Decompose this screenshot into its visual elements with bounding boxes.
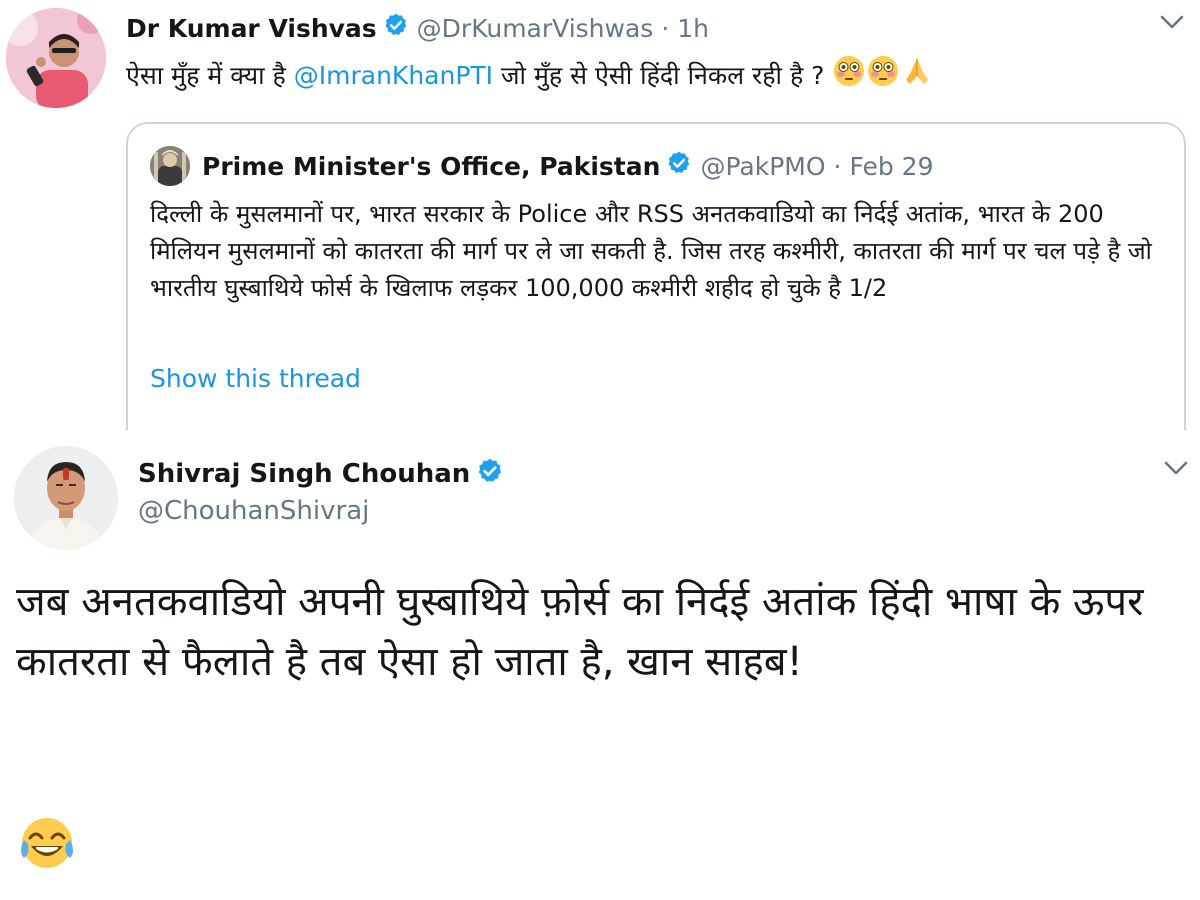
tweet-text: जब अनतकवाडियो अपनी घुस्बाथिये फ़ोर्स का … — [16, 579, 1144, 685]
chevron-down-icon[interactable] — [1160, 456, 1192, 484]
separator-dot: · — [661, 13, 670, 43]
author-handle[interactable]: @ChouhanShivraj — [138, 496, 369, 526]
timestamp[interactable]: 1h — [677, 14, 709, 43]
flushed-face-icon — [866, 54, 900, 100]
tweet-header: Dr Kumar Vishvas @DrKumarVishwas · 1h — [126, 10, 709, 46]
verified-badge-icon — [476, 457, 504, 492]
show-thread-link[interactable]: Show this thread — [150, 364, 361, 393]
separator-dot: · — [833, 151, 842, 181]
author-handle[interactable]: @DrKumarVishwas — [417, 14, 654, 43]
folded-hands-icon — [900, 54, 934, 100]
quoted-author-name[interactable]: Prime Minister's Office, Pakistan — [202, 152, 660, 181]
quoted-timestamp[interactable]: Feb 29 — [849, 152, 933, 181]
author-avatar[interactable] — [14, 446, 118, 550]
chevron-down-icon[interactable] — [1156, 10, 1188, 38]
tweet-text: ऐसा मुँह में क्या है @ImranKhanPTI जो मु… — [126, 54, 1186, 100]
quoted-tweet-text: दिल्ली के मुसलमानों पर, भारत सरकार के Po… — [150, 200, 1152, 302]
verified-badge-icon — [666, 150, 692, 182]
mention-imrankhanpti[interactable]: @ImranKhanPTI — [294, 61, 493, 90]
quoted-author-handle[interactable]: @PakPMO — [700, 152, 825, 181]
tweet-kumar-vishvas[interactable]: Dr Kumar Vishvas @DrKumarVishwas · 1h ऐस… — [0, 0, 1200, 452]
quoted-author-avatar — [150, 146, 190, 186]
tweet-shivraj-singh-chouhan[interactable]: Shivraj Singh Chouhan @ChouhanShivraj जब… — [0, 430, 1200, 900]
avatar-photo — [14, 446, 118, 550]
author-name[interactable]: Dr Kumar Vishvas — [126, 14, 377, 43]
tears-of-joy-icon — [18, 814, 76, 876]
author-avatar[interactable] — [6, 8, 106, 108]
quoted-tweet-header: Prime Minister's Office, Pakistan @PakPM… — [202, 146, 934, 186]
tweet-text-part: ऐसा मुँह में क्या है — [126, 61, 294, 90]
quoted-tweet-card[interactable]: Prime Minister's Office, Pakistan @PakPM… — [126, 122, 1186, 452]
tweet-text-part: जो मुँह से ऐसी हिंदी निकल रही है ? — [493, 61, 833, 90]
author-name[interactable]: Shivraj Singh Chouhan — [138, 459, 470, 489]
verified-badge-icon — [383, 12, 409, 44]
flushed-face-icon — [832, 54, 866, 100]
tweet-header: Shivraj Singh Chouhan — [138, 454, 512, 494]
avatar-photo — [6, 8, 106, 108]
